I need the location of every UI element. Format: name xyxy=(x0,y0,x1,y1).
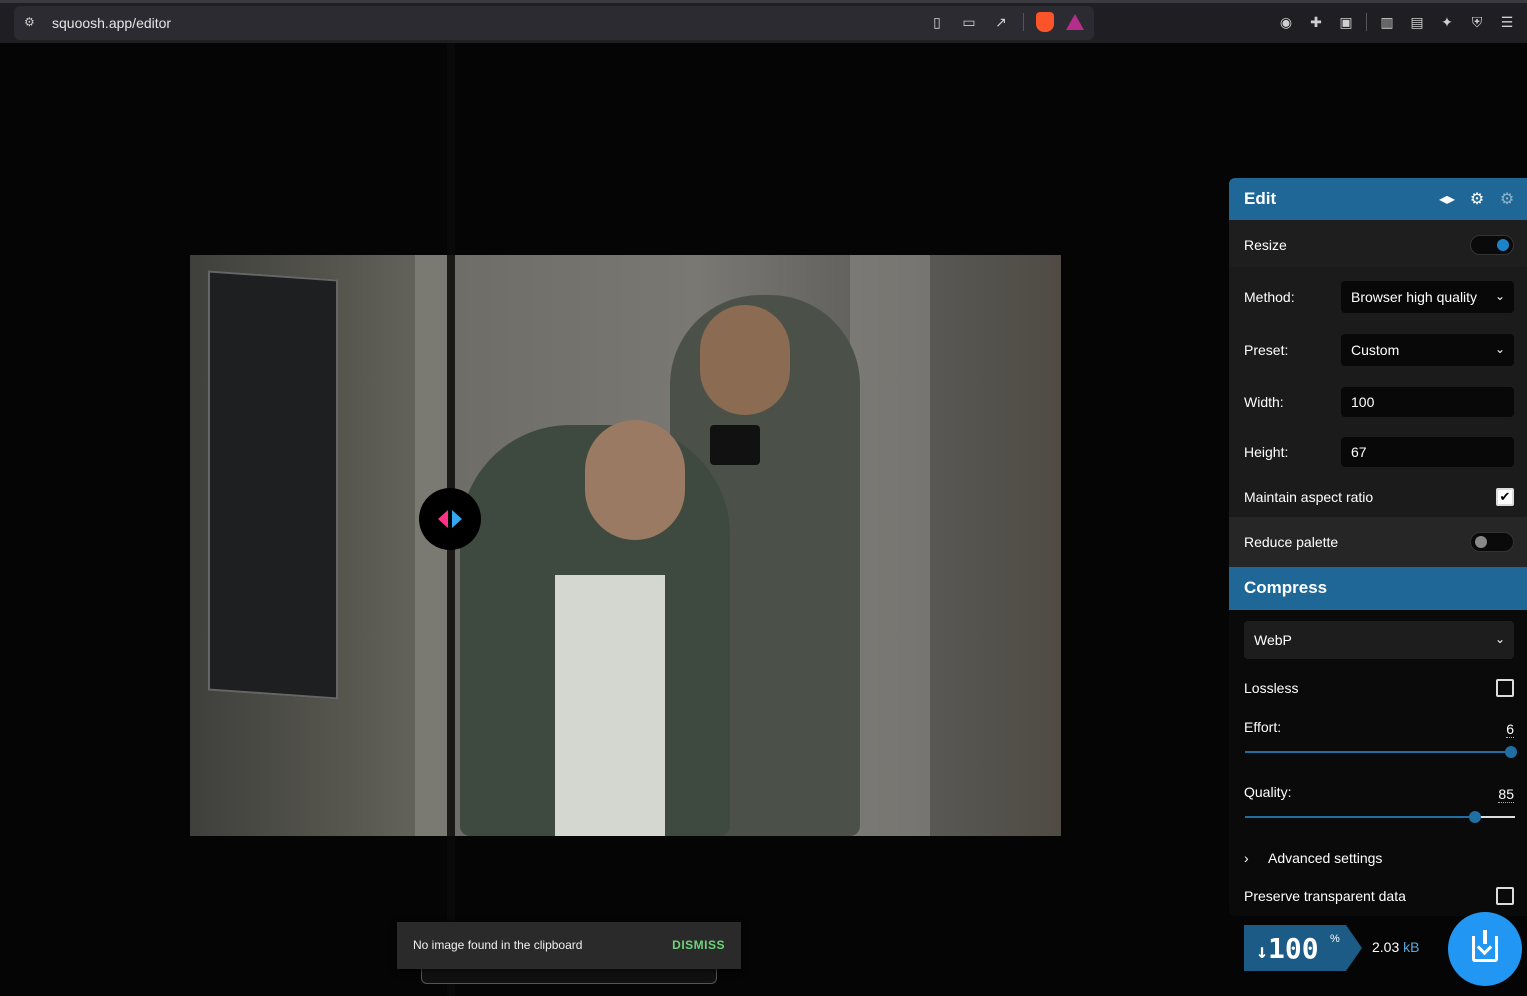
import-settings-icon[interactable]: ⚙ xyxy=(1467,189,1487,209)
url-text[interactable]: squoosh.app/editor xyxy=(52,15,171,31)
preview-image xyxy=(190,255,1061,836)
swap-sides-icon[interactable]: ◂▸ xyxy=(1437,189,1457,209)
download-button[interactable] xyxy=(1448,912,1522,986)
maintain-aspect-checkbox[interactable]: ✔ xyxy=(1496,488,1514,506)
quality-slider-thumb[interactable] xyxy=(1469,811,1481,823)
chevron-down-icon: ⌄ xyxy=(1494,342,1505,356)
compress-header: Compress xyxy=(1229,567,1527,610)
output-size: 2.03 kB xyxy=(1372,939,1420,955)
lossless-label: Lossless xyxy=(1244,680,1299,696)
width-label: Width: xyxy=(1244,394,1284,410)
effort-slider[interactable] xyxy=(1245,746,1517,758)
menu-icon[interactable]: ☰ xyxy=(1497,12,1517,32)
format-select[interactable]: WebP ⌄ xyxy=(1244,621,1514,659)
quality-slider[interactable] xyxy=(1245,811,1515,823)
badge-arrow xyxy=(1346,925,1362,971)
cast-icon[interactable]: ▭ xyxy=(959,12,979,32)
height-input[interactable]: 67 xyxy=(1341,437,1514,467)
down-arrow-icon: ↓ xyxy=(1256,939,1269,963)
reduce-palette-toggle[interactable] xyxy=(1470,532,1514,552)
private-window-icon[interactable]: ◉ xyxy=(1276,12,1296,32)
leo-ai-icon[interactable]: ✦ xyxy=(1437,12,1457,32)
brave-rewards-icon[interactable] xyxy=(1066,14,1084,30)
compress-title: Compress xyxy=(1244,578,1328,597)
address-bar[interactable]: ⚙ squoosh.app/editor ▯ ▭ ↗ xyxy=(14,6,1094,40)
maintain-aspect-label: Maintain aspect ratio xyxy=(1244,489,1374,505)
lossless-checkbox[interactable] xyxy=(1496,679,1514,697)
clipboard-icon[interactable]: ▯ xyxy=(927,12,947,32)
brave-shields-icon[interactable] xyxy=(1036,12,1054,32)
effort-value[interactable]: 6 xyxy=(1506,721,1514,738)
save-settings-icon[interactable]: ⚙ xyxy=(1497,189,1517,209)
screenshot-icon[interactable]: ▣ xyxy=(1336,12,1356,32)
separator xyxy=(1366,13,1367,31)
preserve-transparent-checkbox[interactable] xyxy=(1496,887,1514,905)
height-label: Height: xyxy=(1244,444,1289,460)
sidebar-icon[interactable]: ▥ xyxy=(1377,12,1397,32)
extensions-icon[interactable]: ✚ xyxy=(1306,12,1326,32)
wallet-icon[interactable]: ▤ xyxy=(1407,12,1427,32)
percent-value: 100 xyxy=(1268,932,1319,965)
percent-sign: % xyxy=(1330,933,1340,945)
dismiss-button[interactable]: DISMISS xyxy=(672,938,725,952)
resize-toggle[interactable] xyxy=(1470,235,1514,255)
method-select[interactable]: Browser high quality ⌄ xyxy=(1341,281,1514,313)
share-icon[interactable]: ↗ xyxy=(991,12,1011,32)
effort-label: Effort: xyxy=(1244,719,1282,735)
toast: No image found in the clipboard DISMISS xyxy=(397,922,741,969)
chevron-down-icon: ⌄ xyxy=(1494,632,1505,646)
quality-label: Quality: xyxy=(1244,784,1292,800)
toast-message: No image found in the clipboard xyxy=(413,938,583,952)
edit-header: Edit ◂▸ ⚙ ⚙ xyxy=(1229,178,1527,220)
vpn-icon[interactable]: ⛨ xyxy=(1467,12,1487,32)
site-settings-icon[interactable]: ⚙ xyxy=(24,15,38,29)
preset-select[interactable]: Custom ⌄ xyxy=(1341,334,1514,366)
method-label: Method: xyxy=(1244,289,1295,305)
edit-title: Edit xyxy=(1244,189,1277,208)
download-icon xyxy=(1472,930,1498,962)
preset-label: Preset: xyxy=(1244,342,1289,358)
arrow-left-icon xyxy=(438,510,448,528)
size-reduction-badge: ↓100 % xyxy=(1244,925,1346,971)
separator xyxy=(1023,13,1024,31)
options-panel: Edit ◂▸ ⚙ ⚙ Resize Method: Browser high … xyxy=(1229,178,1527,916)
width-input[interactable]: 100 xyxy=(1341,387,1514,417)
browser-toolbar: ⚙ squoosh.app/editor ▯ ▭ ↗ ◉ ✚ ▣ ▥ ▤ ✦ ⛨… xyxy=(0,0,1527,43)
preserve-transparent-label: Preserve transparent data xyxy=(1244,888,1406,904)
resize-label: Resize xyxy=(1244,237,1287,253)
advanced-settings-toggle[interactable]: Advanced settings xyxy=(1268,850,1382,866)
reduce-palette-label: Reduce palette xyxy=(1244,534,1339,550)
arrow-right-icon xyxy=(452,510,462,528)
chevron-down-icon: ⌄ xyxy=(1494,289,1505,303)
chevron-right-icon[interactable]: › xyxy=(1244,850,1249,866)
compare-handle[interactable] xyxy=(419,488,481,550)
quality-value[interactable]: 85 xyxy=(1498,786,1514,803)
effort-slider-thumb[interactable] xyxy=(1505,746,1517,758)
